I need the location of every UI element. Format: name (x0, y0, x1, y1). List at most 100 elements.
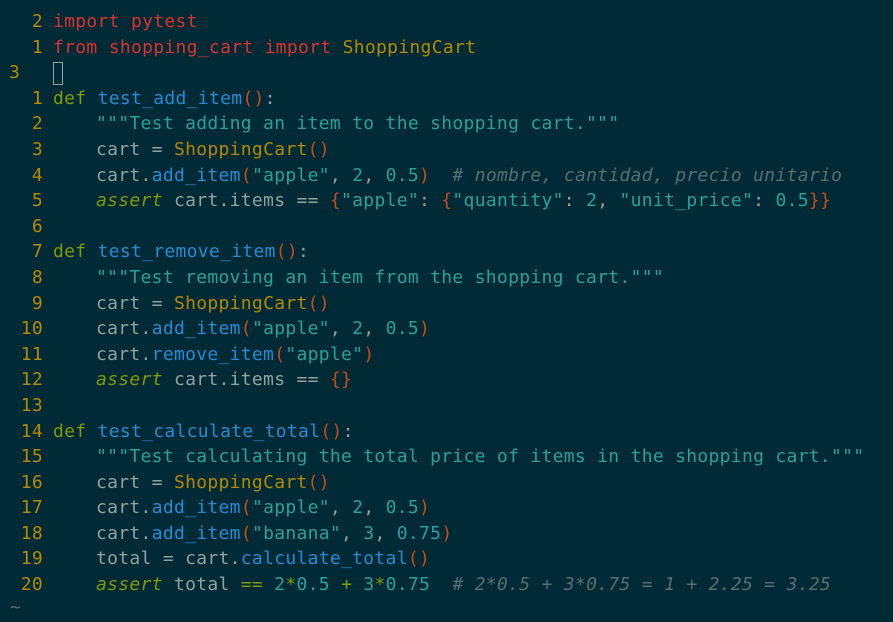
line-number: 19 (20, 548, 43, 570)
code-token: 2 (274, 574, 286, 596)
code-token: """Test calculating the total price of i… (96, 446, 865, 468)
line-code: assert cart.items == {} (43, 367, 352, 393)
code-editor[interactable]: 2 import pytest 1 from shopping_cart import… (0, 0, 893, 622)
code-token: ( (240, 522, 252, 544)
code-token: "apple" (341, 190, 419, 212)
code-token: """Test adding an item to the shopping c… (96, 113, 620, 135)
code-line[interactable]: 2 """Test adding an item to the shopping … (0, 111, 893, 137)
line-number: 12 (20, 369, 43, 391)
line-code: assert cart.items == {"apple": {"quantit… (43, 188, 831, 214)
code-line[interactable]: 11 cart.remove_item("apple") (0, 342, 893, 368)
code-token: add_item (151, 318, 241, 340)
code-line[interactable]: 8 """Test removing an item from the shopp… (0, 265, 893, 291)
code-token: cart. (96, 522, 152, 544)
line-number: 2 (31, 113, 43, 135)
code-token: """Test removing an item from the shoppi… (96, 266, 664, 288)
line-code: cart = ShoppingCart() (43, 291, 330, 317)
code-line[interactable]: 5 assert cart.items == {"apple": {"quanti… (0, 188, 893, 214)
code-line[interactable]: 16 cart = ShoppingCart() (0, 470, 893, 496)
code-line[interactable]: 10 cart.add_item("apple", 2, 0.5) (0, 316, 893, 342)
code-token: ) (419, 164, 431, 186)
line-number: 4 (31, 164, 43, 186)
line-number: 1 (31, 87, 43, 109)
line-code (43, 60, 63, 86)
line-code: cart.add_item("banana", 3, 0.75) (43, 521, 452, 547)
code-line[interactable]: 3 cart = ShoppingCart() (0, 137, 893, 163)
editor-lines: 2 import pytest 1 from shopping_cart import… (0, 9, 893, 598)
line-code: cart.add_item("apple", 2, 0.5) (43, 316, 430, 342)
code-token: { (441, 190, 453, 212)
code-token: ShoppingCart (173, 292, 308, 314)
code-token: * (285, 574, 297, 596)
code-token: assert (96, 369, 163, 391)
code-token: "apple" (251, 497, 330, 519)
code-token: cart.items == (162, 369, 330, 391)
code-token: , (329, 497, 353, 519)
code-token: assert (96, 190, 163, 212)
code-token: ) (419, 318, 431, 340)
code-line[interactable]: 19 total = cart.calculate_total() (0, 546, 893, 572)
code-token: "banana" (251, 522, 342, 544)
code-token: () (242, 87, 265, 109)
code-line[interactable]: 13 (0, 393, 893, 419)
line-number: 7 (31, 241, 43, 263)
code-line[interactable]: 12 assert cart.items == {} (0, 367, 893, 393)
code-token: cart. (96, 343, 152, 365)
code-token: 0.75 (396, 522, 442, 544)
code-token: # nombre, cantidad, precio unitario (452, 164, 843, 186)
code-token: ) (441, 522, 453, 544)
line-code: cart.add_item("apple", 2, 0.5) # nombre,… (43, 163, 842, 189)
line-code: cart = ShoppingCart() (43, 470, 330, 496)
code-line[interactable]: 2 import pytest (0, 9, 893, 35)
code-line[interactable]: 15 """Test calculating the total price of… (0, 444, 893, 470)
code-line[interactable]: 1 def test_add_item(): (0, 86, 893, 112)
code-token: total (162, 574, 241, 596)
code-token: "apple" (251, 164, 330, 186)
code-token: shopping_cart (108, 36, 254, 58)
code-token: test_calculate_total (97, 420, 321, 442)
code-line[interactable]: 14 def test_calculate_total(): (0, 419, 893, 445)
line-number: 8 (31, 266, 43, 288)
code-line[interactable]: 6 (0, 214, 893, 240)
code-token: cart = (96, 292, 174, 314)
code-line[interactable]: 1 from shopping_cart import ShoppingCart (0, 35, 893, 61)
code-line[interactable]: 18 cart.add_item("banana", 3, 0.75) (0, 521, 893, 547)
code-token: assert (96, 574, 163, 596)
code-token: + (341, 574, 353, 596)
code-token: ( (240, 164, 252, 186)
code-token: : (298, 241, 310, 263)
code-token: ( (240, 497, 252, 519)
line-number: 9 (31, 292, 43, 314)
line-number: 10 (20, 318, 43, 340)
code-token: () (307, 138, 330, 160)
line-number: 14 (20, 420, 43, 442)
code-token: : (563, 190, 587, 212)
line-code: import pytest (43, 9, 198, 35)
line-code: assert total == 2*0.5 + 3*0.75 # 2*0.5 +… (43, 572, 831, 598)
code-token: total = cart. (96, 548, 241, 570)
line-code: cart.add_item("apple", 2, 0.5) (43, 495, 430, 521)
code-line[interactable]: 7 def test_remove_item(): (0, 239, 893, 265)
line-code: """Test removing an item from the shoppi… (43, 265, 664, 291)
code-token: cart. (96, 318, 152, 340)
code-line[interactable]: 20 assert total == 2*0.5 + 3*0.75 # 2*0.5… (0, 572, 893, 598)
code-token: () (320, 420, 343, 442)
code-token: test_add_item (97, 87, 243, 109)
line-number: 2 (31, 11, 43, 32)
code-token: 2 (352, 164, 364, 186)
code-token: , (597, 190, 620, 212)
code-token: 0.5 (296, 574, 330, 596)
code-line[interactable]: 9 cart = ShoppingCart() (0, 291, 893, 317)
code-line[interactable]: 3 (0, 60, 893, 86)
code-token: == (240, 574, 264, 596)
code-token: # 2*0.5 + 3*0.75 = 1 + 2.25 = 3.25 (452, 574, 832, 596)
line-number: 3 (31, 138, 43, 160)
code-line[interactable]: 17 cart.add_item("apple", 2, 0.5) (0, 495, 893, 521)
line-number: 17 (20, 497, 43, 519)
code-line[interactable]: 4 cart.add_item("apple", 2, 0.5) # nombre… (0, 163, 893, 189)
